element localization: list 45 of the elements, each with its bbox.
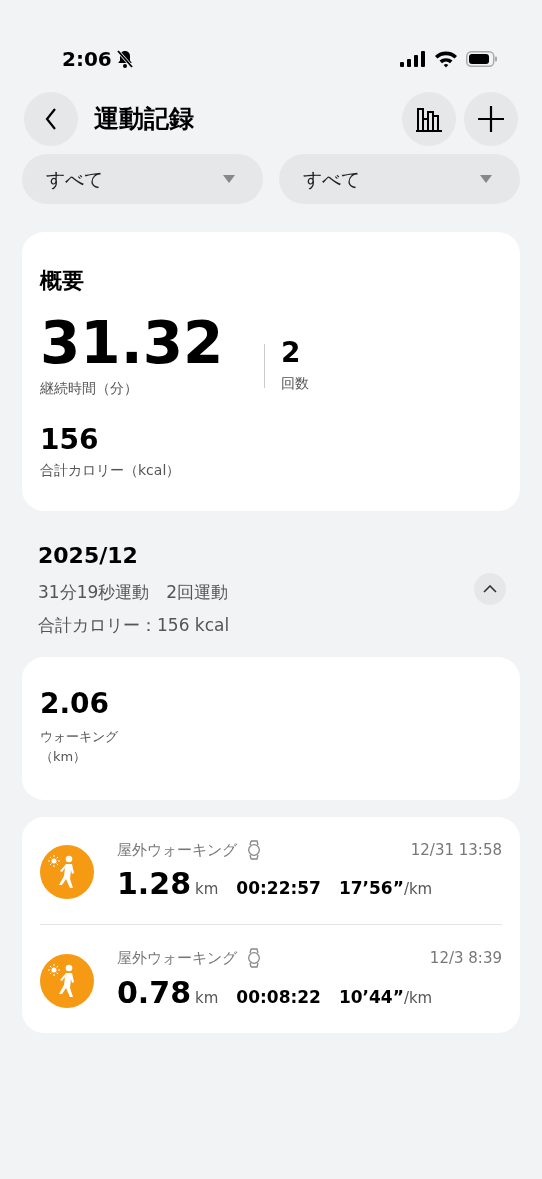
month-title: 2025/12 (38, 541, 139, 570)
calories-value: 156 (40, 424, 100, 456)
activity-duration: 00:08:22 (236, 985, 321, 1009)
duration-label: 継続時間（分） (40, 378, 139, 398)
activity-item[interactable]: 屋外ウォーキング 12/3 8:39 0.78 km 00:08:22 10’44”/km (40, 925, 502, 1033)
duration-value: 31.32 (40, 313, 225, 374)
month-stats: 31分19秒運動 2回運動 (38, 580, 230, 604)
activity-time: 12/3 8:39 (429, 948, 502, 970)
smartwatch-icon (247, 948, 261, 969)
activity-duration: 00:22:57 (236, 877, 321, 901)
filter-dropdown[interactable]: すべて (279, 154, 520, 204)
signal-icon (400, 51, 426, 67)
activity-name: 屋外ウォーキング (117, 948, 237, 970)
smartwatch-icon (247, 839, 261, 860)
collapse-toggle-button[interactable] (474, 572, 506, 605)
status-time: 2:06 (62, 46, 112, 73)
walking-person-icon (40, 953, 94, 1008)
page-title: 運動記録 (94, 103, 195, 136)
distance-unit: km (195, 987, 219, 1009)
activity-time: 12/31 13:58 (410, 839, 502, 861)
distance-value: 2.06 (40, 688, 111, 720)
distance-unit: km (195, 879, 219, 901)
activity-distance: 1.28 (117, 865, 192, 904)
activity-name: 屋外ウォーキング (117, 839, 237, 861)
calories-label: 合計カロリー（kcal） (40, 460, 182, 480)
filter-dropdown[interactable]: すべて (22, 154, 263, 204)
count-label: 回数 (281, 373, 309, 393)
summary-title: 概要 (40, 267, 85, 295)
battery-icon (466, 51, 498, 67)
activity-item[interactable]: 屋外ウォーキング 12/31 13:58 1.28 km 00:22:57 17’56”/km (40, 816, 502, 926)
wifi-icon (434, 50, 458, 68)
distance-unit: （km） (40, 748, 88, 766)
activity-pace: 17’56”/km (338, 877, 433, 901)
distance-label: ウォーキング (40, 728, 119, 747)
walking-person-icon (40, 845, 94, 900)
activity-pace: 10’44”/km (338, 985, 433, 1009)
count-value: 2 (281, 338, 302, 369)
activity-distance: 0.78 (117, 973, 192, 1012)
month-calories: 合計カロリー：156 kcal (38, 614, 231, 638)
dropdown-triangle-icon (223, 175, 235, 183)
chevron-left-icon (44, 107, 58, 131)
plus-icon (477, 105, 505, 133)
dropdown-triangle-icon (480, 175, 492, 183)
chevron-up-icon (483, 584, 497, 593)
bar-chart-icon (415, 106, 443, 132)
